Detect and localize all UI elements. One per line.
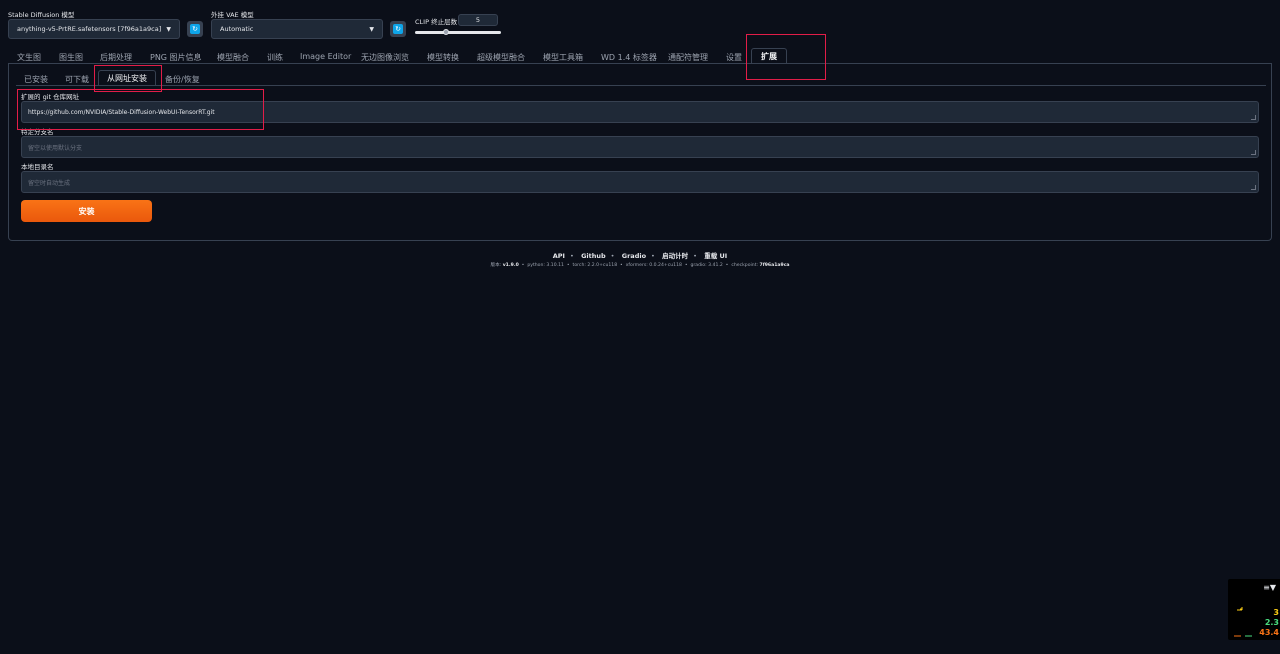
sd-model-value: anything-v5-PrtRE.safetensors [7f96a1a9c… bbox=[17, 25, 162, 33]
xformers-value: 0.0.24+cu118 bbox=[649, 263, 682, 268]
branch-input[interactable]: 留空以使用默认分支 bbox=[21, 136, 1259, 158]
gradio-value: 3.41.2 bbox=[708, 263, 723, 268]
refresh-icon: ↻ bbox=[190, 24, 200, 34]
perf-value-2: 2.3 bbox=[1264, 618, 1279, 627]
resize-handle-icon[interactable] bbox=[1251, 150, 1256, 155]
torch-label: torch: bbox=[572, 263, 586, 268]
refresh-icon: ↻ bbox=[393, 24, 403, 34]
highlight-extensions-tab bbox=[746, 34, 826, 80]
perf-value-3: 43.4 bbox=[1259, 628, 1279, 637]
vae-label: 外挂 VAE 模型 bbox=[211, 11, 254, 19]
gradio-label: gradio: bbox=[690, 263, 707, 268]
subtab-divider bbox=[16, 85, 1266, 86]
footer-link-startup-profile[interactable]: 启动计时 bbox=[662, 252, 688, 260]
footer-link-gradio[interactable]: Gradio bbox=[622, 252, 646, 260]
version-label: 版本: bbox=[490, 263, 502, 268]
clip-slider-thumb[interactable] bbox=[443, 29, 449, 35]
resize-handle-icon[interactable] bbox=[1251, 115, 1256, 120]
clip-label: CLIP 终止层数 bbox=[415, 18, 458, 26]
chevron-down-icon: ▼ bbox=[166, 25, 171, 33]
python-value: 3.10.11 bbox=[546, 263, 564, 268]
chevron-down-icon: ▼ bbox=[369, 25, 374, 33]
menu-icon[interactable]: ≡▼ bbox=[1263, 583, 1276, 592]
footer-link-reload-ui[interactable]: 重载 UI bbox=[704, 252, 727, 260]
perf-value-1: 3 bbox=[1273, 608, 1279, 617]
dir-label: 本地目录名 bbox=[21, 163, 54, 171]
checkpoint-value: 7f96a1a9ca bbox=[759, 263, 790, 268]
resize-handle-icon[interactable] bbox=[1251, 185, 1256, 190]
vae-dropdown[interactable]: Automatic ▼ bbox=[211, 19, 383, 39]
footer-link-github[interactable]: Github bbox=[581, 252, 606, 260]
footer-links: API • Github • Gradio • 启动计时 • 重载 UI bbox=[552, 252, 728, 260]
checkpoint-label: checkpoint: bbox=[731, 263, 759, 268]
footer-link-api[interactable]: API bbox=[553, 252, 565, 260]
vae-refresh-button[interactable]: ↻ bbox=[390, 21, 406, 37]
install-button[interactable]: 安装 bbox=[21, 200, 152, 222]
clip-number-input[interactable]: 5 bbox=[458, 14, 498, 26]
version-value: v1.9.0 bbox=[502, 263, 519, 268]
perf-monitor[interactable]: ≡▼ 3 2.3 43.4 bbox=[1228, 579, 1280, 640]
torch-value: 2.2.0+cu118 bbox=[587, 263, 618, 268]
highlight-install-from-url-tab bbox=[94, 65, 162, 92]
sd-model-refresh-button[interactable]: ↻ bbox=[187, 21, 203, 37]
branch-input-placeholder: 留空以使用默认分支 bbox=[28, 144, 83, 152]
python-label: python: bbox=[527, 263, 545, 268]
subtab-backup-restore[interactable]: 备份/恢复 bbox=[165, 74, 200, 85]
subtab-available[interactable]: 可下载 bbox=[65, 74, 89, 85]
clip-slider[interactable] bbox=[415, 31, 501, 34]
footer-versions: 版本: v1.9.0 • python: 3.10.11 • torch: 2.… bbox=[490, 263, 790, 268]
sd-model-dropdown[interactable]: anything-v5-PrtRE.safetensors [7f96a1a9c… bbox=[8, 19, 180, 39]
subtab-installed[interactable]: 已安装 bbox=[24, 74, 48, 85]
highlight-url-field bbox=[17, 89, 264, 130]
sd-model-label: Stable Diffusion 模型 bbox=[8, 11, 75, 19]
dir-input[interactable]: 留空时自动生成 bbox=[21, 171, 1259, 193]
xformers-label: xformers: bbox=[625, 263, 648, 268]
dir-input-placeholder: 留空时自动生成 bbox=[28, 179, 71, 187]
vae-value: Automatic bbox=[220, 25, 254, 33]
